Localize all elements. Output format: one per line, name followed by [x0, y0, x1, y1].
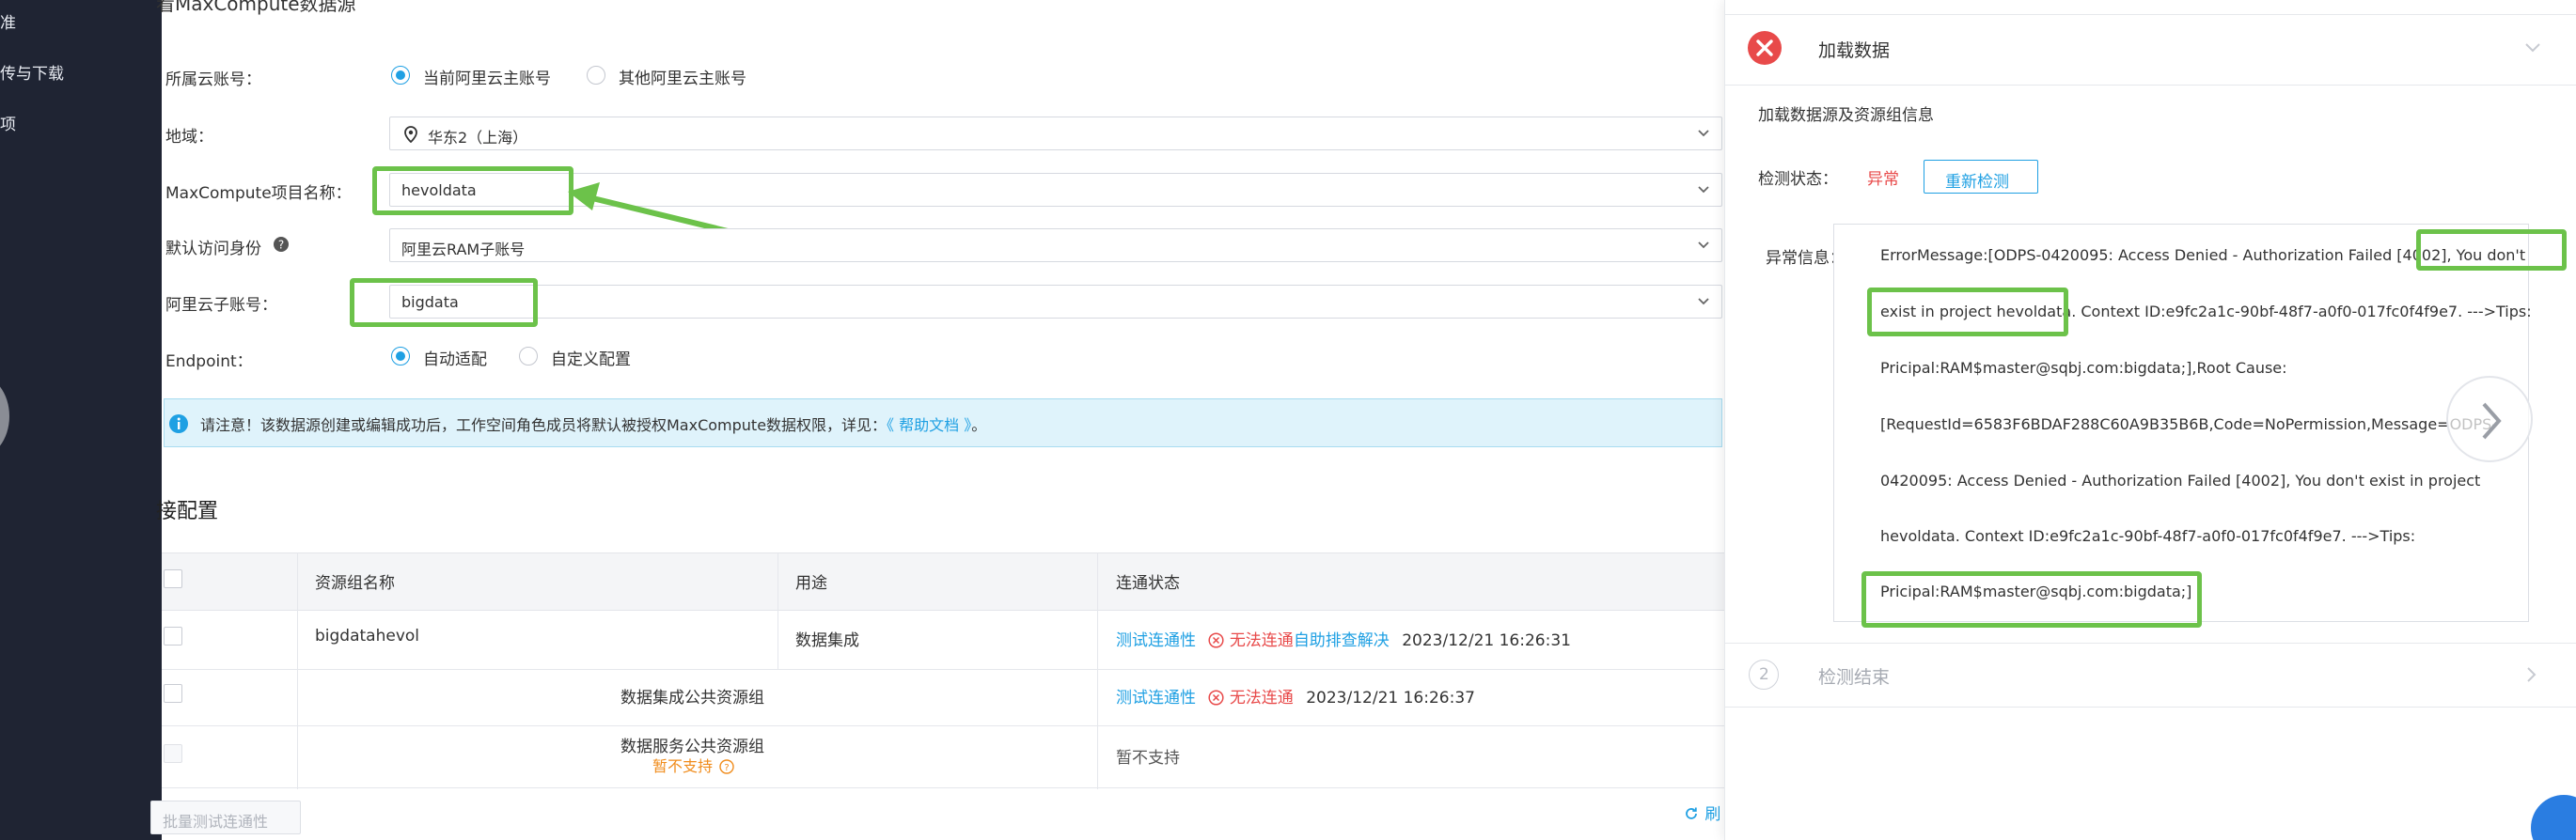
- sidebar-item-1[interactable]: 准: [0, 9, 16, 33]
- refresh-icon: [1686, 807, 1697, 819]
- chevron-down-icon: [1698, 241, 1709, 249]
- refresh-button[interactable]: 刷: [1683, 801, 1720, 824]
- row2-status: 测试连通性 无法连通 2023/12/21 16:26:37: [1116, 684, 1475, 708]
- identity-select[interactable]: 阿里云RAM子账号: [389, 228, 1722, 262]
- account-label: 所属云账号：: [165, 70, 261, 89]
- col-usage: 用途: [795, 574, 827, 593]
- avatar[interactable]: [0, 374, 9, 459]
- chevron-down-icon: [1698, 298, 1709, 305]
- recheck-button[interactable]: 重新检测: [1924, 160, 2038, 194]
- chevron-down-icon[interactable]: [2523, 41, 2542, 54]
- highlight-error-1: [2416, 229, 2567, 271]
- radio-other-account[interactable]: [587, 66, 605, 85]
- row1-status-text: 无法连通: [1229, 631, 1294, 650]
- help-doc-link[interactable]: 《 帮助文档 》: [887, 416, 971, 434]
- row1-usage: 数据集成: [795, 631, 859, 650]
- row-checkbox[interactable]: [164, 684, 182, 703]
- region-select[interactable]: 华东2（上海）: [389, 117, 1722, 150]
- error-circle-icon: [1208, 690, 1224, 706]
- region-label: 地域：: [165, 128, 213, 147]
- info-icon: [169, 414, 188, 433]
- step1-title: 加载数据: [1818, 40, 1891, 61]
- check-status-label: 检测状态：: [1758, 170, 1838, 189]
- error-line: [RequestId=6583F6BDAF288C60A9B35B6B,Code…: [1880, 415, 2498, 433]
- highlight-error-2: [1867, 288, 2068, 336]
- row2-status-text: 无法连通: [1229, 689, 1294, 708]
- chevron-down-icon: [1698, 130, 1709, 137]
- error-step-icon: [1748, 31, 1782, 65]
- radio-current-account[interactable]: [391, 66, 410, 85]
- project-label: MaxCompute项目名称：: [165, 184, 352, 203]
- col-status: 连通状态: [1116, 574, 1180, 593]
- subaccount-label: 阿里云子账号：: [165, 296, 277, 315]
- highlight-subaccount: [350, 278, 538, 327]
- row3-status: 暂不支持: [1116, 749, 1180, 768]
- svg-text:?: ?: [278, 239, 284, 252]
- row1-time: 2023/12/21 16:26:31: [1402, 631, 1571, 650]
- chevron-right-icon[interactable]: [2525, 665, 2538, 684]
- error-circle-icon: [1208, 632, 1224, 648]
- connection-section-title: 接配置: [156, 500, 219, 523]
- step2-badge: 2: [1749, 660, 1779, 690]
- help-icon[interactable]: ?: [273, 236, 290, 253]
- row2-time: 2023/12/21 16:26:37: [1306, 689, 1475, 708]
- radio-auto-adapt[interactable]: [391, 347, 410, 366]
- row1-status: 测试连通性 无法连通自助排查解决 2023/12/21 16:26:31: [1116, 627, 1571, 650]
- row-checkbox[interactable]: [164, 627, 182, 646]
- check-status-value: 异常: [1867, 170, 1899, 189]
- radio-other-account-label: 其他阿里云主账号: [619, 70, 746, 88]
- section-title: 加载数据源及资源组信息: [1758, 106, 1934, 125]
- highlight-error-3: [1861, 571, 2202, 628]
- svg-text:?: ?: [724, 763, 729, 773]
- table-header: [162, 552, 1724, 611]
- notice-banner: 请注意！该数据源创建或编辑成功后，工作空间角色成员将默认被授权MaxComput…: [164, 398, 1722, 447]
- test-connectivity-link[interactable]: 测试连通性: [1116, 631, 1196, 650]
- identity-value: 阿里云RAM子账号: [401, 241, 526, 258]
- error-line: Pricipal:RAM$master@sqbj.com:bigdata;],R…: [1880, 359, 2287, 377]
- radio-auto-adapt-label: 自动适配: [423, 350, 487, 369]
- sidebar-item-2[interactable]: 传与下载: [0, 60, 64, 84]
- step2-title: 检测结束: [1818, 667, 1891, 688]
- radio-current-account-label: 当前阿里云主账号: [423, 70, 551, 88]
- row-checkbox-disabled: [164, 744, 182, 763]
- location-pin-icon: [404, 126, 417, 143]
- error-line: hevoldata. Context ID:e9fc2a1c-90bf-48f7…: [1880, 527, 2416, 545]
- next-arrow-button[interactable]: [2446, 376, 2533, 462]
- page-title: 看MaxCompute数据源: [156, 0, 356, 15]
- highlight-project: [372, 166, 573, 215]
- sidebar: 准 传与下载 项: [0, 0, 162, 840]
- subaccount-select[interactable]: bigdata: [389, 285, 1722, 319]
- chevron-down-icon: [1698, 186, 1709, 194]
- row2-name: 数据集成公共资源组: [620, 689, 764, 708]
- identity-label: 默认访问身份: [165, 240, 261, 258]
- endpoint-label: Endpoint：: [165, 352, 253, 371]
- col-resource-group: 资源组名称: [315, 574, 395, 593]
- batch-test-button[interactable]: 批量测试连通性: [150, 801, 301, 834]
- error-line: 0420095: Access Denied - Authorization F…: [1880, 472, 2481, 490]
- row1-name: bigdatahevol: [315, 627, 420, 646]
- notice-suffix: 。: [971, 416, 987, 434]
- row3-unsupported: 暂不支持 ?: [652, 754, 734, 776]
- test-connectivity-link[interactable]: 测试连通性: [1116, 689, 1196, 708]
- select-all-checkbox[interactable]: [164, 569, 182, 588]
- self-troubleshoot-link[interactable]: 自助排查解决: [1294, 631, 1390, 650]
- notice-text: 请注意！该数据源创建或编辑成功后，工作空间角色成员将默认被授权MaxComput…: [200, 416, 887, 434]
- sidebar-item-3[interactable]: 项: [0, 111, 16, 134]
- region-value: 华东2（上海）: [428, 129, 528, 147]
- help-icon[interactable]: ?: [719, 759, 734, 774]
- chevron-right-icon: [2482, 402, 2502, 440]
- radio-custom-config-label: 自定义配置: [551, 350, 631, 369]
- radio-custom-config[interactable]: [519, 347, 538, 366]
